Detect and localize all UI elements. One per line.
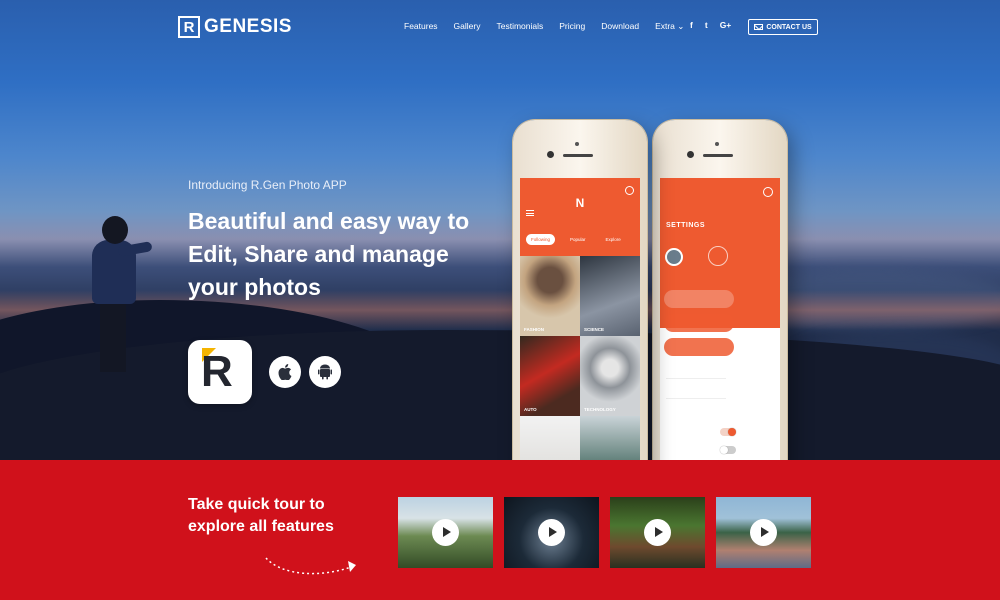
headline-line: Beautiful and easy way to	[188, 208, 470, 234]
phone-mockup-settings: SETTINGS	[653, 120, 787, 460]
logo-mark: R	[178, 16, 200, 38]
play-icon[interactable]	[432, 519, 459, 546]
headline-line: Edit, Share and manage	[188, 241, 449, 267]
photo-tile: AUTO	[520, 336, 580, 416]
logo-text: GENESIS	[204, 16, 292, 37]
main-menu: Features Gallery Testimonials Pricing Do…	[404, 21, 700, 32]
nav-download[interactable]: Download	[601, 21, 639, 32]
social-links: f t G+	[690, 20, 731, 30]
tab-following: Following	[526, 234, 556, 245]
tour-title-line: Take quick tour to	[188, 496, 325, 513]
dotted-arrow-icon	[265, 557, 356, 575]
video-thumbnail-lake[interactable]	[716, 497, 811, 568]
power-icon	[763, 187, 773, 197]
video-thumbnail-bridge[interactable]	[610, 497, 705, 568]
nav-features[interactable]: Features	[404, 21, 438, 32]
photo-tile: SCIENCE	[580, 256, 640, 336]
google-plus-icon[interactable]: G+	[720, 20, 732, 30]
apple-icon	[278, 364, 292, 380]
toggle-switch	[720, 446, 736, 454]
contact-us-button[interactable]: CONTACT US	[748, 19, 818, 35]
settings-field	[664, 314, 734, 332]
google-play-button[interactable]	[309, 356, 341, 388]
tab-explore: Explore	[605, 237, 621, 242]
photo-tile	[520, 416, 580, 460]
photographer-silhouette	[88, 212, 168, 372]
nav-pricing[interactable]: Pricing	[559, 21, 585, 32]
settings-title: SETTINGS	[666, 222, 706, 229]
android-icon	[318, 364, 332, 380]
menu-icon	[526, 210, 534, 216]
nav-gallery[interactable]: Gallery	[454, 21, 481, 32]
hero-intro: Introducing R.Gen Photo APP	[188, 178, 347, 192]
video-thumbnail-castle[interactable]	[398, 497, 493, 568]
tour-title-line: explore all features	[188, 518, 334, 535]
photo-tile	[580, 416, 640, 460]
twitter-icon[interactable]: t	[705, 20, 708, 30]
hero-headline: Beautiful and easy way to Edit, Share an…	[188, 205, 508, 304]
toggle-switch	[720, 428, 736, 436]
app-store-button[interactable]	[269, 356, 301, 388]
photo-tile: TECHNOLOGY	[580, 336, 640, 416]
photo-grid: FASHION SCIENCE AUTO TECHNOLOGY	[520, 256, 640, 460]
top-navbar: R GENESIS Features Gallery Testimonials …	[0, 0, 1000, 52]
play-icon[interactable]	[538, 519, 565, 546]
hero-section: R GENESIS Features Gallery Testimonials …	[0, 0, 1000, 460]
tab-popular: Popular	[570, 237, 586, 242]
feed-screen: N Following Popular Explore FASHION SCIE…	[520, 178, 640, 460]
settings-field	[664, 338, 734, 356]
app-icon-letter: R	[201, 347, 233, 396]
mail-icon	[754, 24, 764, 30]
settings-field	[664, 290, 734, 308]
tour-title: Take quick tour to explore all features	[188, 494, 388, 538]
facebook-icon[interactable]: f	[690, 20, 693, 30]
contact-us-label: CONTACT US	[766, 23, 812, 31]
feed-header: N Following Popular Explore	[520, 178, 640, 256]
settings-screen: SETTINGS	[660, 178, 780, 460]
search-icon	[625, 186, 634, 195]
brand-logo[interactable]: R GENESIS	[178, 16, 292, 38]
phone-mockup-feed: N Following Popular Explore FASHION SCIE…	[513, 120, 647, 460]
tile-label: SCIENCE	[584, 327, 605, 332]
photo-tile: FASHION	[520, 256, 580, 336]
tour-section: Take quick tour to explore all features	[0, 460, 1000, 600]
play-icon[interactable]	[750, 519, 777, 546]
tile-label: TECHNOLOGY	[584, 407, 616, 412]
avatar	[665, 248, 683, 266]
tile-label: AUTO	[524, 407, 537, 412]
tile-label: FASHION	[524, 327, 545, 332]
video-thumbnail-rain[interactable]	[504, 497, 599, 568]
nav-extra-dropdown[interactable]: Extra ⌄	[655, 21, 684, 32]
nav-testimonials[interactable]: Testimonials	[496, 21, 543, 32]
feed-logo: N	[575, 196, 585, 210]
headline-line: your photos	[188, 274, 321, 300]
feed-tabs: Following Popular Explore	[526, 234, 626, 245]
play-icon[interactable]	[644, 519, 671, 546]
cloud-upload-icon	[708, 246, 728, 266]
app-icon: R	[188, 340, 252, 404]
